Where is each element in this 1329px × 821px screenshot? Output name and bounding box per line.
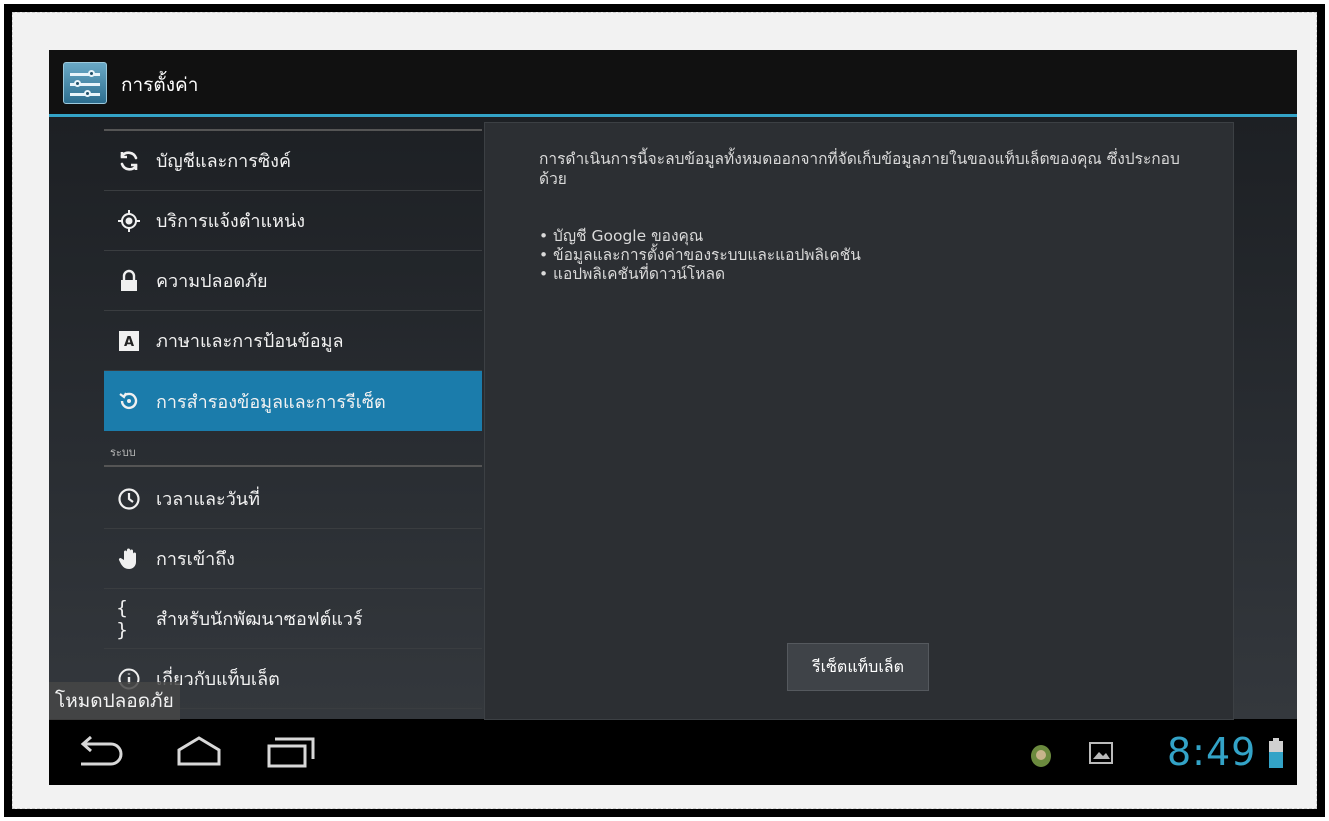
- tablet-screen: การตั้งค่า บัญชีและการซิงค์ บริการแจ้งตำ…: [49, 50, 1297, 785]
- erased-data-list: บัญชี Google ของคุณ ข้อมูลและการตั้งค่าข…: [539, 227, 1139, 284]
- page-title: การตั้งค่า: [121, 74, 199, 96]
- list-item: บัญชี Google ของคุณ: [539, 227, 1139, 246]
- hand-icon: [116, 546, 142, 572]
- list-item: แอปพลิเคชันที่ดาวน์โหลด: [539, 265, 1139, 284]
- reset-tablet-button[interactable]: รีเซ็ตแท็บเล็ต: [787, 643, 929, 691]
- section-header-personal: [104, 117, 482, 131]
- sidebar-item-accounts-sync[interactable]: บัญชีและการซิงค์: [104, 131, 482, 191]
- sidebar-item-label: เวลาและวันที่: [156, 489, 260, 510]
- sidebar-item-accessibility[interactable]: การเข้าถึง: [104, 529, 482, 589]
- settings-list: บัญชีและการซิงค์ บริการแจ้งตำแหน่ง ความป…: [104, 117, 482, 719]
- screenshot-icon: [1089, 742, 1113, 764]
- sidebar-item-label: การเข้าถึง: [156, 549, 235, 570]
- braces-icon: { }: [116, 596, 129, 641]
- sidebar-item-label: การสำรองข้อมูลและการรีเซ็ต: [156, 391, 386, 413]
- safe-mode-label: โหมดปลอดภัย: [49, 682, 180, 720]
- factory-reset-panel: การดำเนินการนี้จะลบข้อมูลทั้งหมดออกจากที…: [484, 122, 1234, 720]
- sidebar-item-security[interactable]: ความปลอดภัย: [104, 251, 482, 311]
- sidebar-item-label: สำหรับนักพัฒนาซอฟต์แวร์: [156, 609, 363, 630]
- sidebar-item-location[interactable]: บริการแจ้งตำแหน่ง: [104, 191, 482, 251]
- back-icon[interactable]: [71, 734, 131, 770]
- android-debug-icon: [1031, 745, 1051, 767]
- backup-restore-icon: [116, 388, 142, 414]
- sidebar-item-backup-reset[interactable]: การสำรองข้อมูลและการรีเซ็ต: [104, 371, 482, 431]
- sidebar-item-label: ภาษาและการป้อนข้อมูล: [156, 331, 344, 352]
- sidebar-item-language-input[interactable]: A ภาษาและการป้อนข้อมูล: [104, 311, 482, 371]
- system-bar: 8:49: [49, 720, 1297, 785]
- lock-icon: [116, 268, 142, 294]
- section-header-system: ระบบ: [104, 431, 482, 467]
- sync-icon: [116, 148, 142, 174]
- battery-icon: [1269, 738, 1283, 768]
- clock: 8:49: [1167, 730, 1257, 774]
- home-icon[interactable]: [169, 734, 229, 770]
- action-bar: การตั้งค่า: [49, 50, 1297, 114]
- settings-app-icon[interactable]: [63, 62, 107, 104]
- list-item: ข้อมูลและการตั้งค่าของระบบและแอปพลิเคชัน: [539, 246, 1139, 265]
- sidebar-item-date-time[interactable]: เวลาและวันที่: [104, 469, 482, 529]
- section-header-label: ระบบ: [110, 446, 136, 459]
- sidebar-item-developer-options[interactable]: { } สำหรับนักพัฒนาซอฟต์แวร์: [104, 589, 482, 649]
- recent-apps-icon[interactable]: [259, 734, 319, 770]
- clock-icon: [116, 486, 142, 512]
- sidebar-item-label: บัญชีและการซิงค์: [156, 151, 291, 172]
- location-icon: [116, 208, 142, 234]
- reset-description: การดำเนินการนี้จะลบข้อมูลทั้งหมดออกจากที…: [539, 150, 1180, 188]
- sidebar-item-label: ความปลอดภัย: [156, 271, 268, 292]
- language-icon: A: [116, 328, 142, 354]
- sidebar-item-label: บริการแจ้งตำแหน่ง: [156, 211, 306, 232]
- svg-text:A: A: [124, 335, 134, 350]
